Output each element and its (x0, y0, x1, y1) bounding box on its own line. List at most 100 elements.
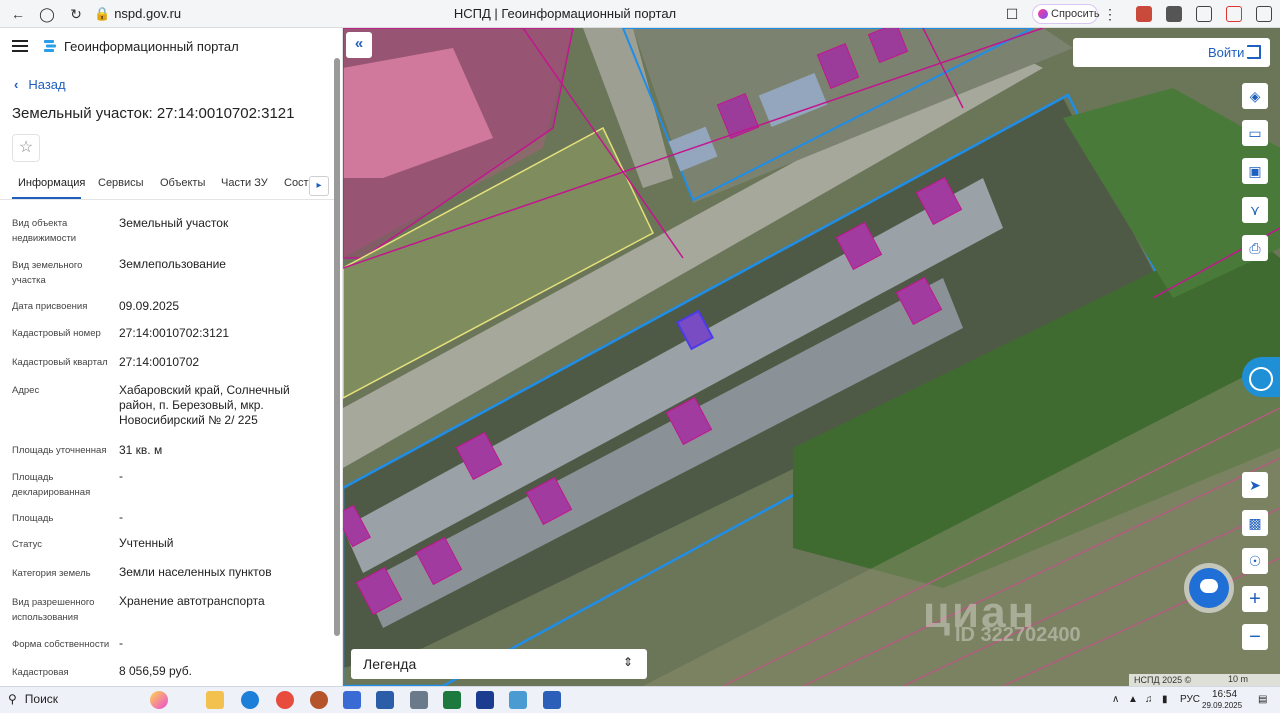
sidebar-header: Геоинформационный портал (0, 28, 342, 66)
word-icon[interactable] (543, 691, 561, 709)
battery-icon[interactable]: ▮ (1162, 694, 1168, 705)
side-panel-toggle[interactable] (1242, 357, 1280, 397)
notifications-icon[interactable]: ▤ (1258, 694, 1267, 705)
lock-icon: 🔒 (94, 6, 111, 21)
property-label: Категория земель (12, 568, 91, 579)
app-icon[interactable] (376, 691, 394, 709)
tab-information[interactable]: Информация (18, 177, 85, 189)
property-value: Землепользование (119, 257, 226, 271)
ask-button[interactable]: Спросить (1032, 4, 1100, 24)
browser-toolbar: ← ◯ ↻ 🔒 nspd.gov.ru НСПД | Геоинформацион… (0, 0, 1280, 28)
url-text: nspd.gov.ru (114, 6, 182, 21)
app-icon[interactable] (476, 691, 494, 709)
app-icon[interactable] (343, 691, 361, 709)
ruler-icon[interactable]: ▭ (1242, 120, 1268, 146)
download-icon[interactable] (1256, 6, 1272, 22)
reload-icon[interactable]: ↻ (66, 4, 86, 24)
minimap-icon[interactable]: ▩ (1242, 510, 1268, 536)
property-value: - (119, 469, 123, 483)
page-title: Земельный участок: 27:14:0010702:3121 (12, 105, 295, 122)
tab-title: НСПД | Геоинформационный портал (453, 6, 677, 21)
portal-logo-icon (44, 40, 56, 52)
chevron-left-icon: ‹ (14, 77, 19, 92)
tab-bar: Информация Сервисы Объекты Части ЗУ Сост… (0, 172, 334, 200)
back-label: Назад (28, 77, 66, 92)
address-value: Хабаровский край, Солнечный район, п. Бе… (119, 383, 290, 427)
map-attribution: НСПД 2025 © (1129, 674, 1280, 686)
extension-icon[interactable] (1136, 6, 1152, 22)
yandex-browser-icon[interactable] (276, 691, 294, 709)
clock-date[interactable]: 29.09.2025 (1202, 701, 1242, 710)
chevron-updown-icon: ⇕ (623, 655, 634, 669)
info-sidebar: Геоинформационный портал ‹ Назад Земельны… (0, 28, 343, 686)
property-label: Форма собственности (12, 639, 110, 650)
property-label: Площадь уточненная (12, 445, 107, 456)
property-label: Кадастровая (12, 667, 69, 678)
windows-taskbar: ⚲ Поиск ∧ ▲ ♫ ▮ РУС 16:54 29.09.2025 ▤ (0, 686, 1280, 713)
network-icon[interactable]: ▲ (1128, 694, 1138, 705)
hat-icon[interactable] (1166, 6, 1182, 22)
layers-icon[interactable]: ◈ (1242, 83, 1268, 109)
map-view[interactable]: « Войти ◈ ▭ ▣ ⋎ ⎙ ➤ ▩ ☉ + − циан ID 3227… (343, 28, 1280, 686)
back-link[interactable]: ‹ Назад (14, 77, 66, 92)
pdf-icon[interactable] (1226, 6, 1242, 22)
scale-bar: 10 m (1228, 674, 1249, 684)
property-value: Хранение автотранспорта (119, 594, 265, 608)
satellite-map[interactable] (343, 28, 1280, 686)
language-indicator[interactable]: РУС (1180, 694, 1200, 705)
property-label: Адрес (12, 385, 40, 396)
menu-icon[interactable] (12, 40, 28, 52)
legend-dropdown[interactable]: Легенда ⇕ (351, 649, 647, 679)
legend-label: Легенда (363, 656, 417, 672)
tab-objects[interactable]: Объекты (160, 177, 205, 189)
app-icon[interactable] (410, 691, 428, 709)
property-value: Земельный участок (119, 216, 229, 230)
back-arrow-icon[interactable]: ← (8, 4, 28, 24)
excel-icon[interactable] (443, 691, 461, 709)
tab-services[interactable]: Сервисы (98, 177, 144, 189)
app-icon[interactable] (509, 691, 527, 709)
property-label: Вид разрешенного использования (12, 597, 95, 623)
property-value: 31 кв. м (119, 443, 163, 457)
property-value: Земли населенных пунктов (119, 565, 272, 579)
bookmark-icon[interactable]: ☐ (1002, 4, 1022, 24)
clock-time[interactable]: 16:54 (1212, 689, 1237, 700)
portal-title: Геоинформационный портал (64, 39, 239, 54)
property-value: 27:14:0010702:3121 (119, 326, 230, 340)
status-value: Учтенный (119, 536, 174, 550)
volume-icon[interactable]: ♫ (1145, 694, 1153, 705)
sidebar-scrollbar[interactable] (334, 58, 340, 636)
active-tab-indicator (12, 197, 81, 199)
select-area-icon[interactable]: ▣ (1242, 158, 1268, 184)
tab-parts[interactable]: Части ЗУ (221, 177, 268, 189)
app-icon[interactable] (310, 691, 328, 709)
locate-icon[interactable]: ➤ (1242, 472, 1268, 498)
zoom-out-icon[interactable]: − (1242, 624, 1268, 650)
cadastral-value: 8 056,59 руб. (119, 664, 192, 678)
property-label: Вид земельного участка (12, 260, 83, 286)
property-value: 27:14:0010702 (119, 355, 200, 369)
sparkle-icon[interactable] (150, 691, 168, 709)
login-button[interactable]: Войти (1073, 38, 1270, 67)
tabs-scroll-right-icon[interactable]: ▸ (309, 176, 329, 196)
address-bar[interactable]: 🔒 nspd.gov.ru (94, 4, 424, 24)
tray-chevron-icon[interactable]: ∧ (1112, 694, 1119, 705)
share-icon[interactable]: ⋎ (1242, 197, 1268, 223)
property-value: 09.09.2025 (119, 299, 180, 313)
property-label: Кадастровый номер (12, 328, 101, 339)
property-label: Кадастровый квартал (12, 357, 108, 368)
edge-browser-icon[interactable] (241, 691, 259, 709)
shield-icon[interactable]: ◯ (37, 4, 57, 24)
print-icon[interactable]: ⎙ (1242, 235, 1268, 261)
chat-button[interactable] (1189, 568, 1229, 608)
file-explorer-icon[interactable] (206, 691, 224, 709)
property-label: Статус (12, 539, 43, 550)
geolocation-icon[interactable]: ☉ (1242, 548, 1268, 574)
collapse-sidebar-button[interactable]: « (346, 32, 372, 58)
favorite-star-icon[interactable]: ☆ (12, 134, 40, 162)
zoom-in-icon[interactable]: + (1242, 586, 1268, 612)
more-icon[interactable]: ⋮ (1100, 4, 1120, 24)
taskbar-search[interactable]: ⚲ Поиск (8, 692, 58, 706)
puzzle-icon[interactable] (1196, 6, 1212, 22)
search-label: Поиск (24, 692, 59, 706)
